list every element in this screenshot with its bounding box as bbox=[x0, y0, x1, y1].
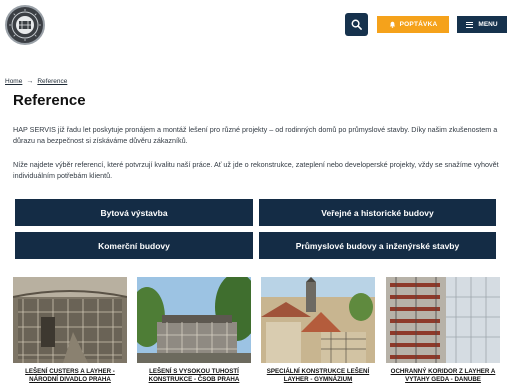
menu-button[interactable]: MENU bbox=[457, 16, 507, 33]
reference-caption[interactable]: LEŠENÍ CUSTERS A LAYHER - NÁRODNÍ DIVADL… bbox=[13, 363, 127, 384]
breadcrumb-home-link[interactable]: Home bbox=[5, 78, 22, 85]
reference-card[interactable]: LEŠENÍ S VYSOKOU TUHOSTÍ KONSTRUKCE - ČS… bbox=[137, 277, 251, 384]
search-button[interactable] bbox=[345, 13, 368, 36]
poptavka-button[interactable]: POPTÁVKA bbox=[377, 16, 449, 33]
reference-caption[interactable]: OCHRANNÝ KORIDOR Z LAYHER A VYTAHY GEDA … bbox=[386, 363, 500, 384]
search-icon bbox=[351, 19, 362, 30]
reference-photo bbox=[261, 277, 375, 363]
category-prumyslove-budovy[interactable]: Průmyslové budovy a inženýrské stavby bbox=[259, 232, 496, 259]
poptavka-label: POPTÁVKA bbox=[399, 21, 438, 28]
reference-card[interactable]: OCHRANNÝ KORIDOR Z LAYHER A VYTAHY GEDA … bbox=[386, 277, 500, 384]
site-header: POPTÁVKA MENU bbox=[0, 0, 512, 52]
category-komercni-budovy[interactable]: Komerční budovy bbox=[15, 232, 253, 259]
breadcrumb-current-link[interactable]: Reference bbox=[37, 78, 67, 85]
reference-caption[interactable]: LEŠENÍ S VYSOKOU TUHOSTÍ KONSTRUKCE - ČS… bbox=[137, 363, 251, 384]
reference-caption[interactable]: SPECIÁLNÍ KONSTRUKCE LEŠENÍ LAYHER - GYM… bbox=[261, 363, 375, 384]
reference-photo bbox=[386, 277, 500, 363]
company-logo[interactable] bbox=[5, 5, 45, 45]
breadcrumb-separator: → bbox=[26, 78, 34, 85]
reference-photo bbox=[137, 277, 251, 363]
breadcrumb: Home → Reference bbox=[5, 78, 67, 85]
menu-label: MENU bbox=[478, 21, 498, 28]
reference-card[interactable]: SPECIÁLNÍ KONSTRUKCE LEŠENÍ LAYHER - GYM… bbox=[261, 277, 375, 384]
intro-paragraph-2: Níže najdete výběr referencí, které potv… bbox=[13, 160, 499, 180]
page-title: Reference bbox=[13, 92, 86, 109]
bell-icon bbox=[389, 21, 395, 28]
category-verejne-historicke[interactable]: Veřejné a historické budovy bbox=[259, 199, 496, 226]
hamburger-icon bbox=[466, 21, 474, 28]
intro-paragraph: HAP SERVIS již řadu let poskytuje pronáj… bbox=[13, 125, 498, 145]
category-bytova-vystavba[interactable]: Bytová výstavba bbox=[15, 199, 253, 226]
reference-card[interactable]: LEŠENÍ CUSTERS A LAYHER - NÁRODNÍ DIVADL… bbox=[13, 277, 127, 384]
reference-photo bbox=[13, 277, 127, 363]
